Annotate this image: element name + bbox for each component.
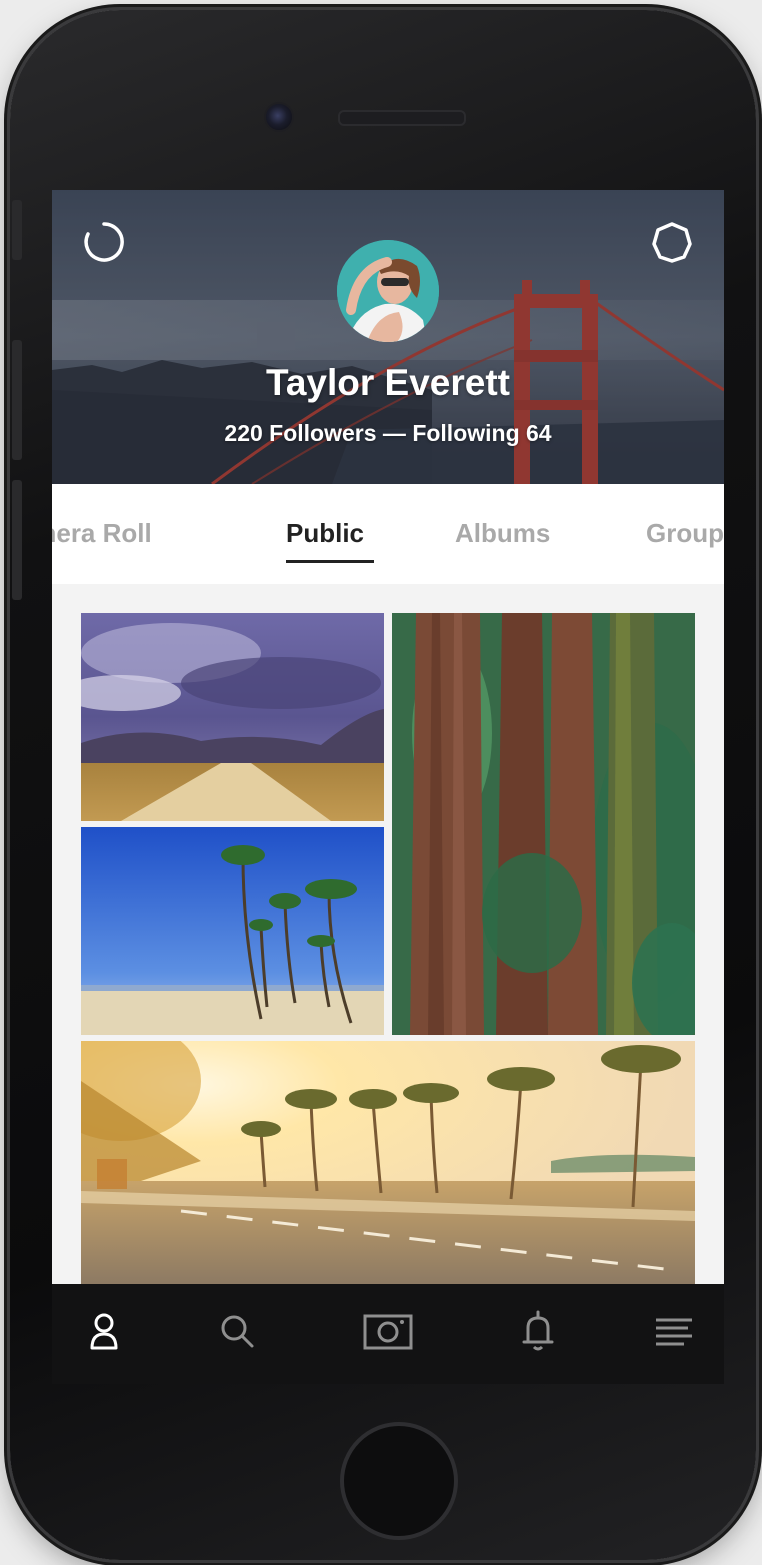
avatar[interactable]: [337, 240, 439, 342]
tab-groups[interactable]: Groups: [646, 518, 724, 549]
profile-tabs: Camera Roll Public Albums Groups: [52, 484, 724, 584]
avatar-image: [337, 240, 439, 342]
followers-count[interactable]: 220 Followers: [224, 420, 376, 446]
search-icon[interactable]: [212, 1306, 264, 1358]
profile-stats: 220 Followers — Following 64: [52, 420, 724, 447]
following-count[interactable]: Following 64: [412, 420, 551, 446]
tab-camera-roll[interactable]: Camera Roll: [52, 518, 152, 549]
stats-separator: —: [376, 420, 413, 446]
volume-up-button: [12, 340, 22, 460]
photo-palm-boulevard[interactable]: [81, 1041, 695, 1284]
camera-icon[interactable]: [362, 1306, 414, 1358]
photo-beach-palms[interactable]: [81, 827, 384, 1035]
earpiece-speaker: [338, 110, 466, 126]
photo-grid: [52, 584, 724, 1284]
photo-redwood-forest[interactable]: [392, 613, 695, 1035]
photo-desert-road[interactable]: [81, 613, 384, 821]
home-button[interactable]: [340, 1422, 458, 1540]
notifications-bell-icon[interactable]: [512, 1306, 564, 1358]
profile-header: Taylor Everett 220 Followers — Following…: [52, 190, 724, 484]
tab-albums[interactable]: Albums: [455, 518, 550, 549]
app-screen: Taylor Everett 220 Followers — Following…: [52, 190, 724, 1384]
profile-icon[interactable]: [78, 1306, 130, 1358]
tab-public[interactable]: Public: [286, 518, 364, 549]
front-camera: [264, 102, 294, 132]
bottom-nav-bar: [52, 1284, 724, 1384]
settings-gear-icon[interactable]: [650, 220, 694, 264]
refresh-icon[interactable]: [82, 220, 126, 264]
menu-icon[interactable]: [648, 1306, 700, 1358]
mute-switch: [12, 200, 22, 260]
profile-name: Taylor Everett: [265, 362, 511, 403]
active-tab-indicator: [286, 560, 374, 563]
volume-down-button: [12, 480, 22, 600]
